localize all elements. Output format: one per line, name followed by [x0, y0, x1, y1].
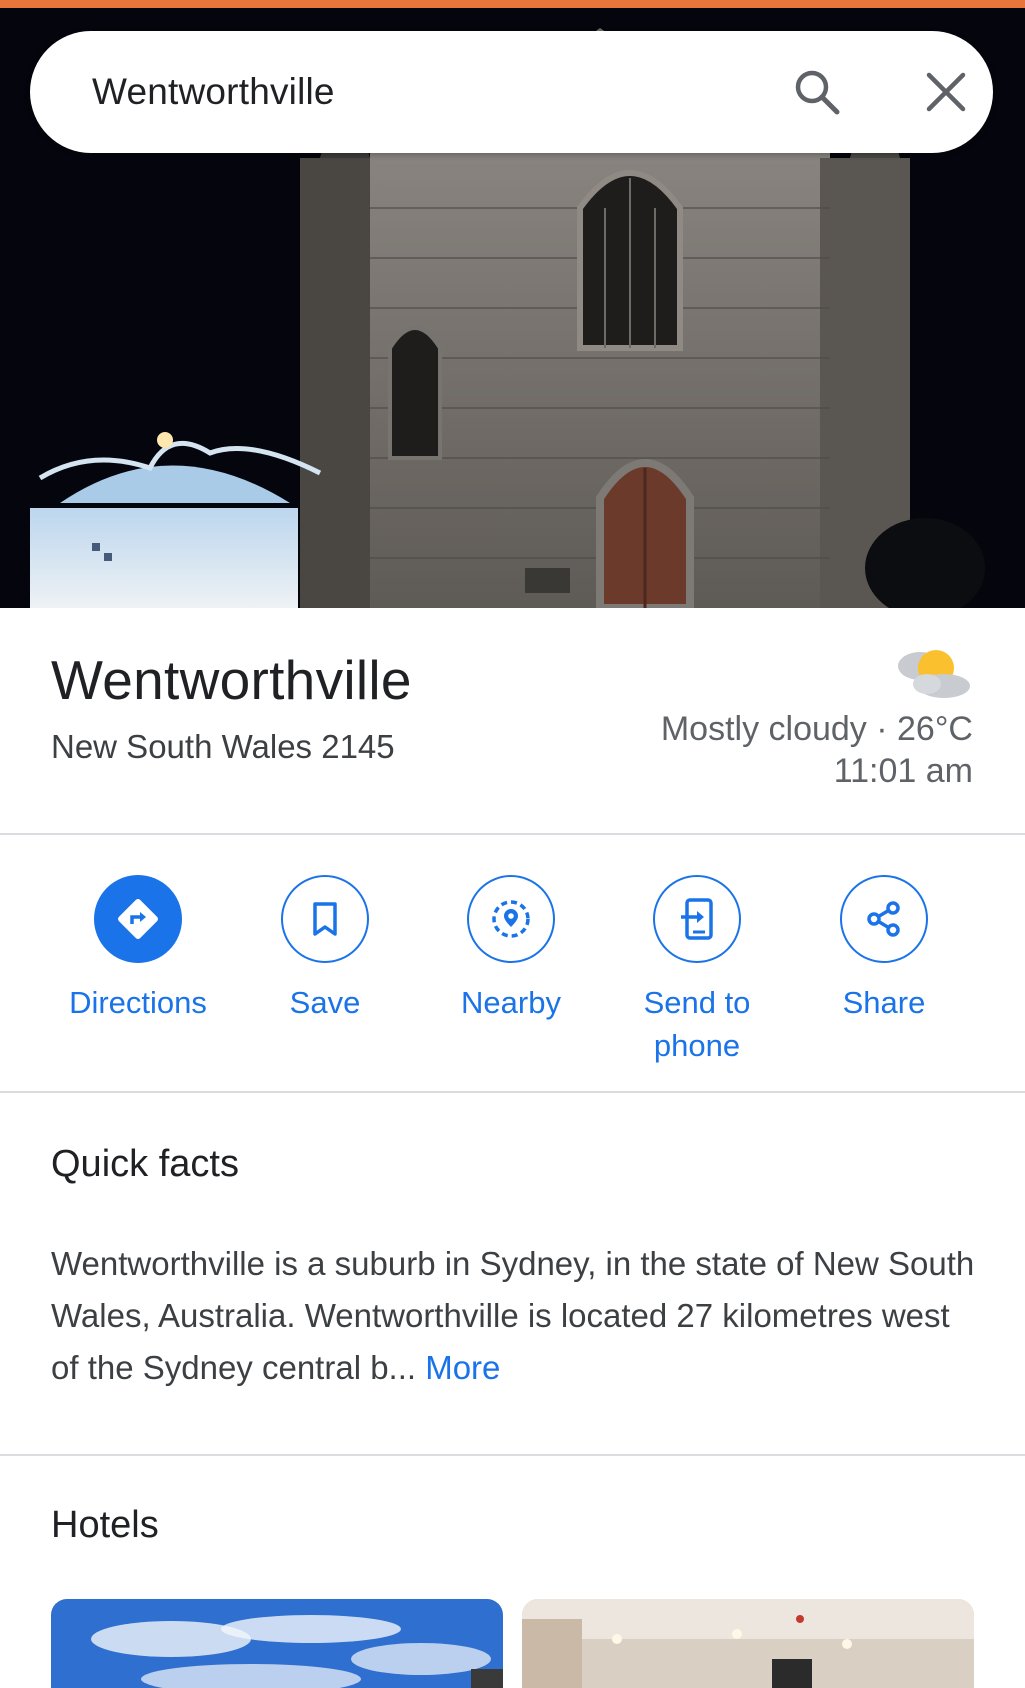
- place-header: Wentworthville New South Wales 2145 Most…: [0, 608, 1025, 833]
- page-title: Wentworthville: [51, 649, 412, 711]
- hotel-photo-image: [522, 1599, 974, 1688]
- save-circle[interactable]: [281, 875, 369, 963]
- search-input[interactable]: Wentworthville: [92, 31, 335, 153]
- more-link[interactable]: More: [425, 1349, 500, 1386]
- nearby-button[interactable]: Nearby: [431, 875, 591, 1024]
- send-to-phone-circle[interactable]: [653, 875, 741, 963]
- partly-cloudy-icon: [898, 650, 970, 698]
- quick-facts-title: Quick facts: [51, 1143, 239, 1185]
- send-to-phone-button[interactable]: Send to phone: [617, 875, 777, 1067]
- hotels-title: Hotels: [51, 1504, 159, 1546]
- send-to-phone-icon: [681, 898, 713, 940]
- hotel-card[interactable]: [51, 1599, 503, 1688]
- hero-photo[interactable]: Wentworthville: [0, 8, 1025, 608]
- hotels-section: Hotels: [0, 1456, 1025, 1688]
- nearby-icon: [492, 900, 530, 938]
- nearby-label: Nearby: [461, 985, 561, 1020]
- save-button[interactable]: Save: [245, 875, 405, 1024]
- search-icon[interactable]: [792, 67, 842, 117]
- search-bar[interactable]: Wentworthville: [30, 31, 993, 153]
- quick-facts-body: Wentworthville is a suburb in Sydney, in…: [51, 1245, 975, 1386]
- hotel-photo-image: [51, 1599, 503, 1688]
- share-circle[interactable]: [840, 875, 928, 963]
- close-icon[interactable]: [923, 69, 969, 115]
- send-to-phone-label-line1: Send to: [643, 985, 751, 1020]
- top-accent-bar: [0, 0, 1025, 8]
- action-row: Directions Save Nearby Send to phone Sha…: [0, 835, 1025, 1090]
- share-icon: [867, 901, 900, 937]
- place-page: Wentworthville Wentworthville New South …: [0, 0, 1025, 1688]
- directions-label: Directions: [69, 985, 207, 1020]
- weather-summary: Mostly cloudy · 26°C: [660, 710, 973, 748]
- bookmark-icon: [313, 902, 337, 936]
- directions-button[interactable]: Directions: [58, 875, 218, 1024]
- send-to-phone-label-line2: phone: [653, 1028, 741, 1063]
- save-label: Save: [289, 985, 361, 1020]
- hotel-card[interactable]: [522, 1599, 974, 1688]
- share-label: Share: [842, 985, 926, 1020]
- weather-time: 11:01 am: [833, 752, 973, 790]
- quick-facts-text: Wentworthville is a suburb in Sydney, in…: [51, 1238, 981, 1394]
- nearby-circle[interactable]: [467, 875, 555, 963]
- quick-facts-section: Quick facts Wentworthville is a suburb i…: [0, 1093, 1025, 1453]
- place-address: New South Wales 2145: [51, 728, 395, 765]
- directions-circle[interactable]: [94, 875, 182, 963]
- send-to-phone-label: Send to phone: [617, 981, 777, 1067]
- directions-icon: [118, 899, 158, 939]
- share-button[interactable]: Share: [804, 875, 964, 1024]
